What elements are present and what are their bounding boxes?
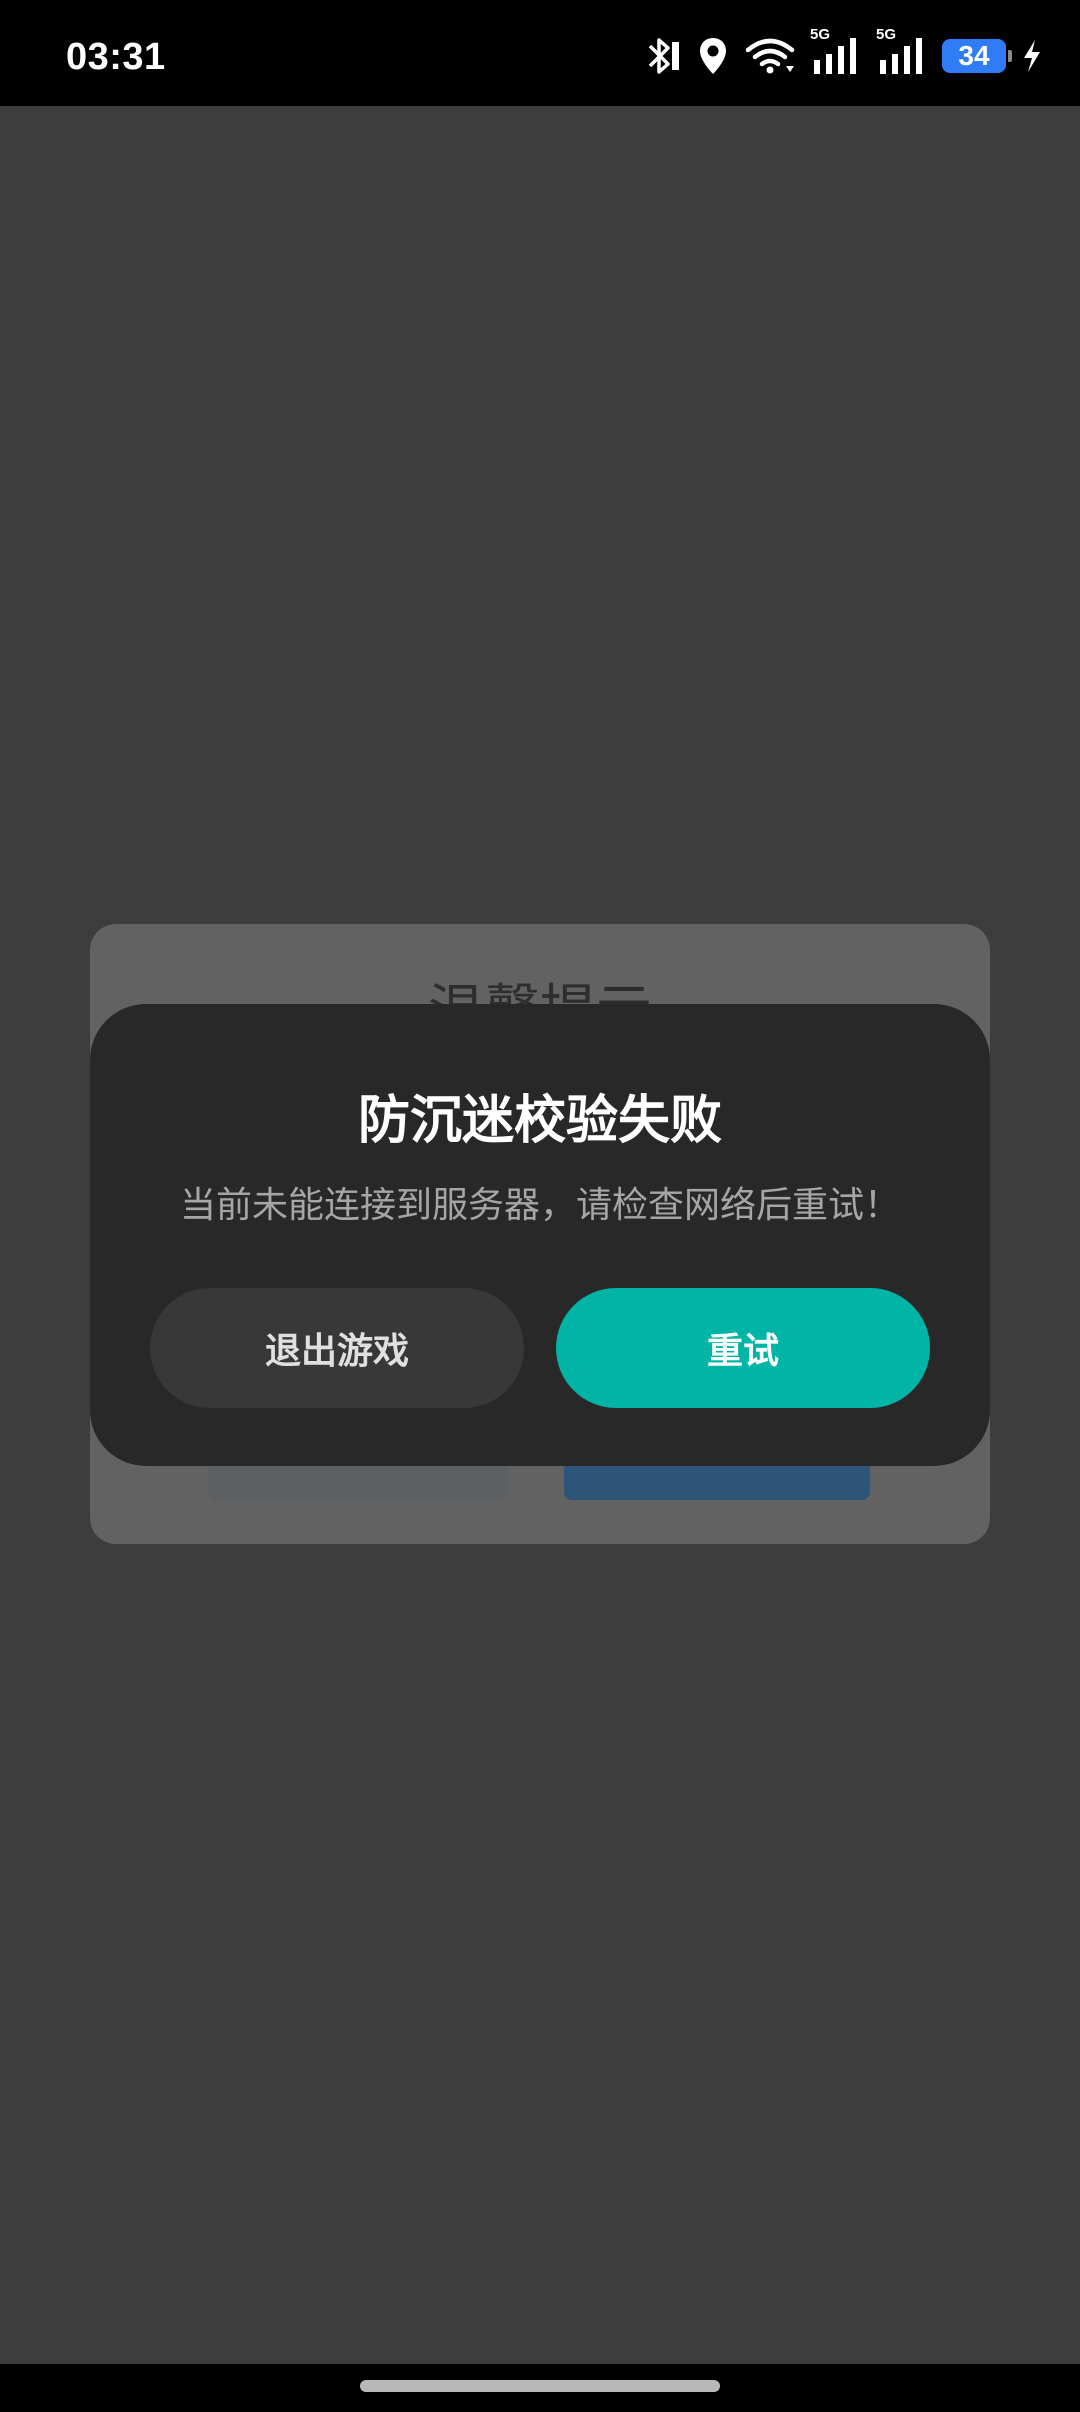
network-type-label: 5G — [810, 26, 831, 43]
exit-game-label: 退出游戏 — [264, 1331, 409, 1372]
status-icons: 5G 5G 34 — [642, 26, 1044, 78]
wifi-icon — [744, 34, 796, 78]
retry-label: 重试 — [706, 1331, 779, 1372]
screen: 03:31 5G 5G 34 防沉迷校验失败 当前未能连接到服务器，请检查网络后… — [0, 0, 1080, 2412]
status-time: 03:31 — [66, 36, 166, 78]
anti-addiction-dialog: 防沉迷校验失败 当前未能连接到服务器，请检查网络后重试！ 退出游戏 重试 — [90, 1004, 990, 1466]
charging-icon — [1020, 34, 1044, 78]
status-bar: 03:31 5G 5G 34 — [0, 0, 1080, 106]
exit-game-button[interactable]: 退出游戏 — [150, 1288, 524, 1408]
signal-icon: 5G — [876, 26, 928, 78]
dialog-title: 防沉迷校验失败 — [357, 1091, 722, 1151]
battery-level: 34 — [958, 40, 990, 71]
bluetooth-icon — [642, 34, 682, 78]
dialog-message: 当前未能连接到服务器，请检查网络后重试！ — [179, 1185, 900, 1226]
home-indicator[interactable] — [360, 2380, 720, 2392]
retry-button[interactable]: 重试 — [556, 1288, 930, 1408]
battery-icon: 34 — [942, 39, 1012, 73]
navigation-bar — [0, 2364, 1080, 2412]
location-icon — [696, 34, 730, 78]
signal-icon: 5G — [810, 26, 862, 78]
network-type-label: 5G — [876, 26, 897, 43]
